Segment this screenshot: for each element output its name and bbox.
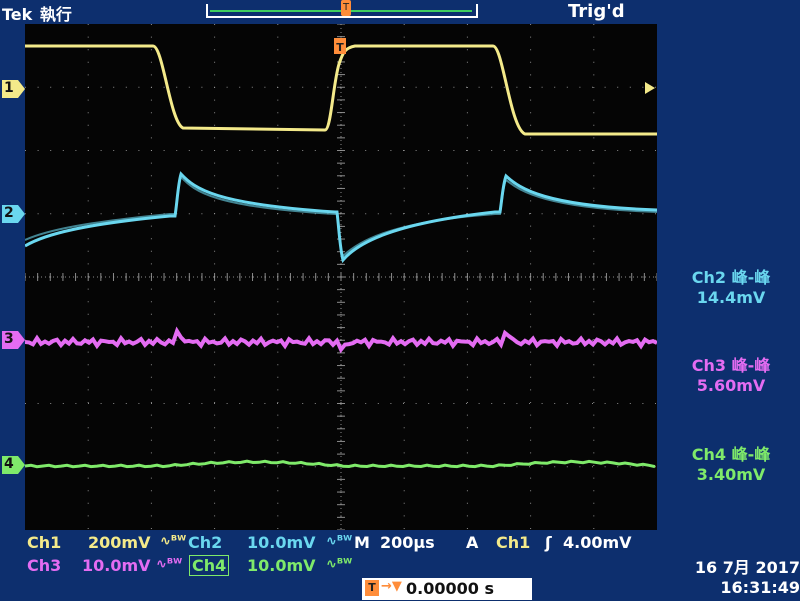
run-state: 執行 [39, 5, 72, 24]
trigger-level[interactable]: 4.00mV [563, 533, 632, 552]
datetime: 16 7月 2017 16:31:49 [660, 558, 800, 598]
svg-text:T: T [336, 41, 344, 54]
ch3-label[interactable]: Ch3 [27, 556, 61, 575]
trigger-level-arrow-icon [645, 82, 655, 94]
ch1-scale[interactable]: 200mV [88, 533, 150, 552]
timebase-label: M [354, 533, 370, 552]
ch4-scale[interactable]: 10.0mV [247, 556, 316, 575]
trigger-t-icon: T [365, 580, 379, 596]
ch3-marker[interactable]: 3 [2, 331, 25, 349]
rising-edge-icon: ʃ [545, 533, 552, 552]
waveform-canvas: T [25, 24, 657, 530]
record-length-bar: T [206, 0, 478, 18]
measurement-title: Ch3 峰-峰 [691, 356, 771, 375]
trigger-source[interactable]: Ch1 [496, 533, 530, 552]
acquisition-label: A [466, 533, 479, 552]
measurement-title: Ch2 峰-峰 [691, 268, 771, 287]
trigger-position-readout[interactable]: T →▼ 0.00000 s [362, 578, 532, 600]
ch2-scale[interactable]: 10.0mV [247, 533, 316, 552]
waveform-display[interactable]: T [25, 24, 657, 530]
brand-logo: Tek [2, 5, 33, 24]
record-trigger-marker-icon: T [341, 0, 351, 16]
ch3-scale[interactable]: 10.0mV [82, 556, 151, 575]
measurement-ch3: Ch3 峰-峰 5.60mV [662, 356, 800, 396]
measurement-ch2: Ch2 峰-峰 14.4mV [662, 268, 800, 308]
timebase-value[interactable]: 200µs [380, 533, 435, 552]
graticule [25, 24, 657, 530]
time: 16:31:49 [720, 578, 800, 597]
measurement-value: 5.60mV [696, 376, 766, 395]
ch2-label[interactable]: Ch2 [188, 533, 222, 552]
ch4-coupling-icon: ∿ᴮᵂ [326, 557, 353, 572]
ch2-coupling-icon: ∿ᴮᵂ [326, 534, 353, 549]
ch1-label[interactable]: Ch1 [27, 533, 61, 552]
ch4-waveform [25, 459, 656, 469]
trigger-position-marker-icon: T [334, 38, 346, 54]
trigger-position-value: 0.00000 s [406, 579, 494, 598]
measurement-value: 14.4mV [696, 288, 766, 307]
ch4-label[interactable]: Ch4 [189, 555, 230, 576]
ch1-marker[interactable]: 1 [2, 80, 25, 98]
ch2-marker[interactable]: 2 [2, 205, 25, 223]
measurement-ch4: Ch4 峰-峰 3.40mV [662, 445, 800, 485]
ch1-coupling-icon: ∿ᴮᵂ [160, 534, 187, 549]
measurement-title: Ch4 峰-峰 [691, 445, 771, 464]
measurement-value: 3.40mV [696, 465, 766, 484]
ch3-coupling-icon: ∿ᴮᵂ [156, 557, 183, 572]
ch4-marker[interactable]: 4 [2, 456, 25, 474]
trigger-status: Trig'd [568, 1, 625, 22]
arrow-down-icon: →▼ [381, 579, 402, 594]
date: 16 7月 2017 [694, 558, 800, 577]
brand: Tek 執行 [2, 1, 72, 25]
top-bar: Tek 執行 T Trig'd [0, 0, 800, 24]
